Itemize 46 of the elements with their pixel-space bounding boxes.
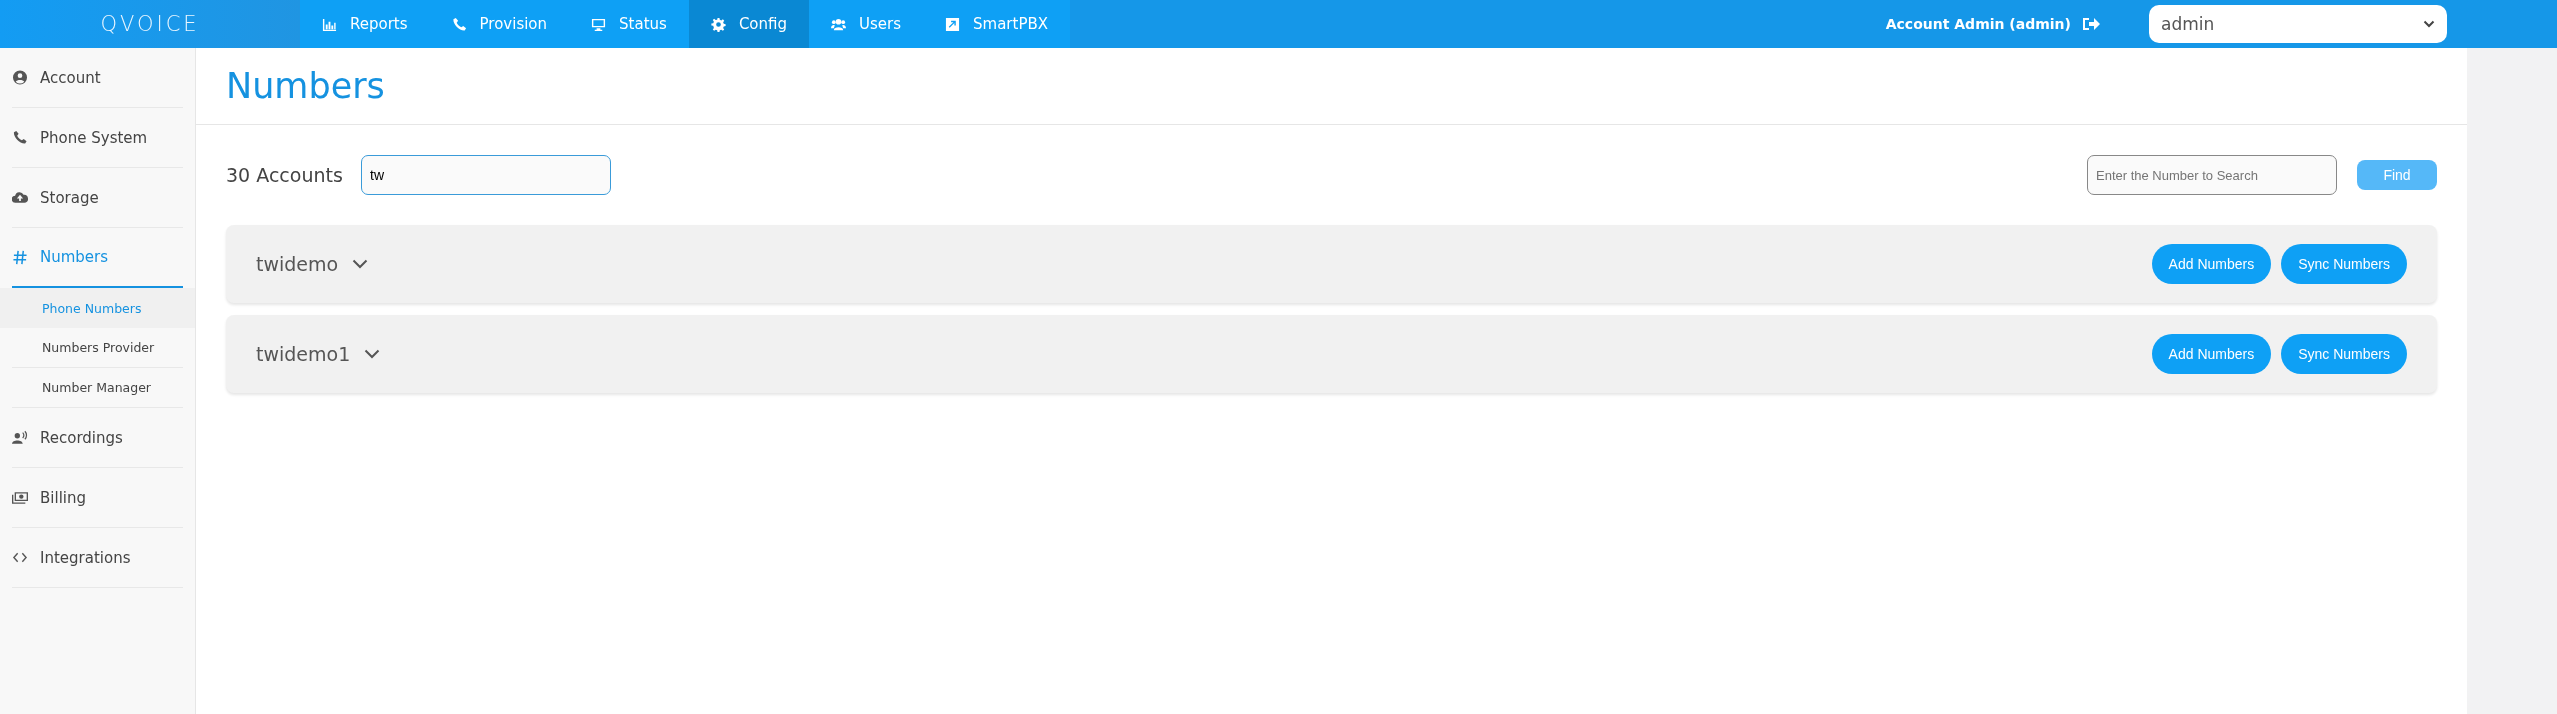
- settings-icon: [710, 16, 726, 32]
- sidebar-item[interactable]: Recordings: [12, 408, 183, 468]
- monitor-icon: [591, 16, 607, 32]
- sidebar-item[interactable]: Integrations: [12, 528, 183, 588]
- hash-icon: [12, 249, 28, 265]
- nav-tab[interactable]: Config: [688, 0, 809, 48]
- bar-chart-icon: [322, 16, 337, 32]
- chevron-down-icon[interactable]: [352, 259, 369, 269]
- nav-tab[interactable]: Provision: [429, 0, 570, 48]
- phone-icon: [12, 130, 28, 145]
- user-name: Account Admin (admin): [1885, 16, 2071, 32]
- nav-tab[interactable]: Reports: [300, 0, 430, 48]
- account-count: 30 Accounts: [226, 164, 344, 186]
- user-icon: [12, 70, 28, 85]
- account-filter-field[interactable]: tw: [361, 155, 611, 195]
- account-name[interactable]: twidemo1: [256, 343, 351, 365]
- sidebar-item[interactable]: Billing: [12, 468, 183, 528]
- cloud-upload-icon: [12, 190, 28, 205]
- code-icon: [12, 550, 28, 565]
- page-title: Numbers: [196, 48, 2467, 125]
- money-icon: [12, 490, 28, 505]
- account-name[interactable]: twidemo: [256, 253, 339, 275]
- nav-tab[interactable]: Users: [809, 0, 924, 48]
- external-link-icon: [945, 16, 961, 32]
- find-button[interactable]: Find: [2357, 160, 2437, 190]
- account-action-button[interactable]: Sync Numbers: [2281, 244, 2407, 284]
- number-search-field[interactable]: Enter the Number to Search: [2087, 155, 2337, 195]
- sidebar-subitem[interactable]: Numbers Provider: [12, 328, 183, 368]
- chevron-down-icon[interactable]: [364, 349, 381, 359]
- sidebar-item[interactable]: Phone System: [12, 108, 183, 168]
- sidebar-item[interactable]: Account: [12, 48, 183, 108]
- sidebar-item[interactable]: Storage: [12, 168, 183, 228]
- account-action-button[interactable]: Add Numbers: [2151, 334, 2272, 374]
- phone-icon: [451, 16, 467, 32]
- chevron-down-icon: [2423, 20, 2435, 28]
- nav-tab[interactable]: SmartPBX: [923, 0, 1071, 48]
- sidebar-subitem[interactable]: Phone Numbers: [0, 288, 195, 328]
- nav-tab[interactable]: Status: [569, 0, 689, 48]
- account-action-button[interactable]: Add Numbers: [2151, 244, 2272, 284]
- users-icon: [831, 16, 846, 32]
- speaking-person-icon: [12, 430, 28, 445]
- sidebar-subitem[interactable]: Number Manager: [12, 368, 183, 408]
- logout-icon[interactable]: [2081, 16, 2101, 32]
- logo: QVOICE: [100, 12, 200, 36]
- account-action-button[interactable]: Sync Numbers: [2281, 334, 2407, 374]
- account-dropdown[interactable]: admin: [2149, 5, 2447, 43]
